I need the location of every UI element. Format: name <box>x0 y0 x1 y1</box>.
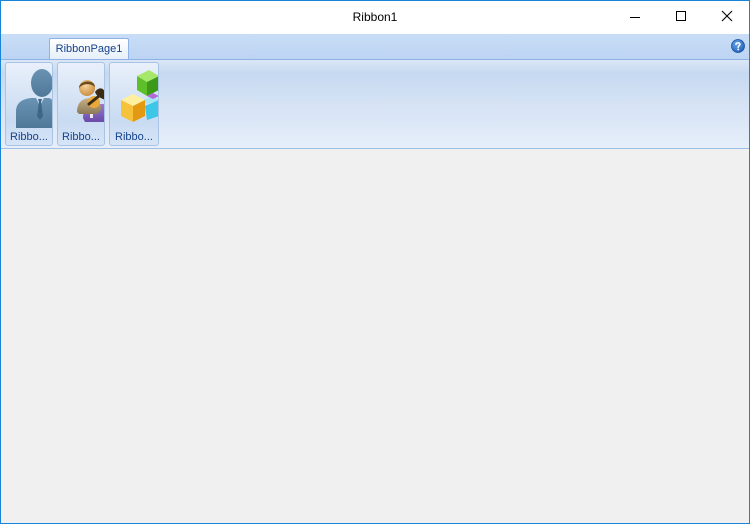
maximize-button[interactable] <box>658 1 704 33</box>
app-window: Ribbon1 RibbonPage1 Ribbo... Ribbo... Ri… <box>0 0 750 524</box>
close-icon <box>721 10 733 22</box>
ribbon-group-3[interactable]: Ribbo... <box>109 62 159 146</box>
minimize-icon <box>630 17 640 18</box>
ribbon-group-label: Ribbo... <box>62 131 100 143</box>
maximize-icon <box>676 11 686 21</box>
ribbon-page-content: Ribbo... Ribbo... Ribbo... <box>1 59 749 149</box>
ribbon-group-label: Ribbo... <box>115 131 153 143</box>
title-bar[interactable]: Ribbon1 <box>1 1 749 34</box>
close-button[interactable] <box>704 1 749 33</box>
ribbon-group-label: Ribbo... <box>10 131 48 143</box>
ribbon-group-1[interactable]: Ribbo... <box>5 62 53 146</box>
tab-ribbonpage1[interactable]: RibbonPage1 <box>49 38 129 59</box>
person-silhouette-icon <box>9 66 52 128</box>
user-group-icon <box>61 66 104 128</box>
cubes-icon <box>113 66 158 128</box>
help-icon[interactable] <box>731 39 745 53</box>
client-area <box>1 149 749 523</box>
ribbon-group-2[interactable]: Ribbo... <box>57 62 105 146</box>
ribbon-tab-strip: RibbonPage1 <box>1 34 749 59</box>
minimize-button[interactable] <box>612 1 658 33</box>
